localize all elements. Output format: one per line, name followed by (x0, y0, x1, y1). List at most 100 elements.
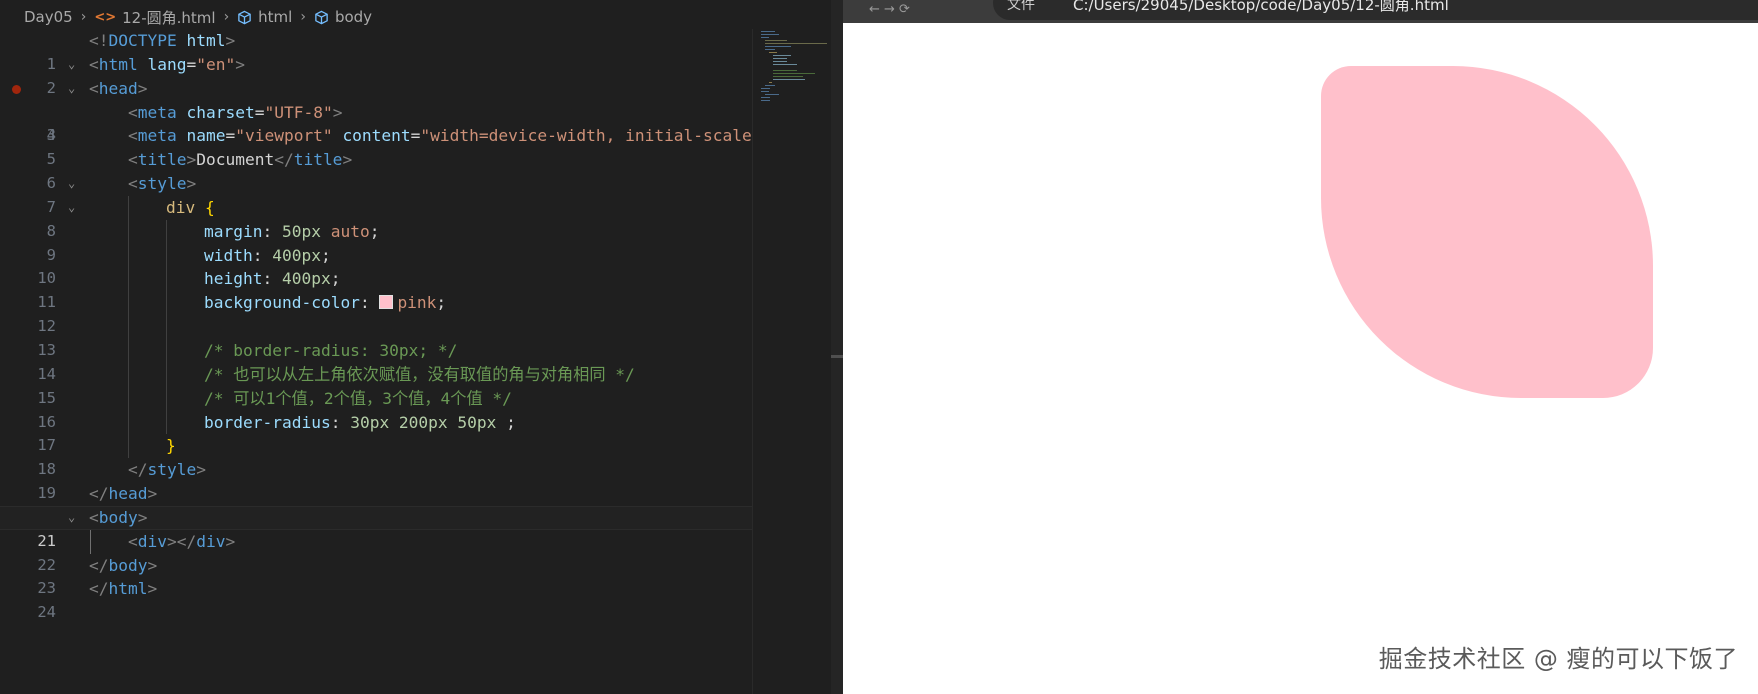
code-token: { (205, 197, 215, 217)
code-token: : (262, 269, 282, 289)
html-file-icon: <> (94, 9, 117, 25)
minimap-line (765, 40, 787, 41)
code-token: < (128, 126, 138, 146)
code-token: > (147, 484, 158, 504)
breadcrumb-body[interactable]: body (335, 8, 372, 26)
indent-guide (166, 362, 167, 387)
breakpoint-icon[interactable] (12, 84, 21, 94)
code-token: body (98, 507, 138, 527)
address-bar[interactable]: 文件 C:/Users/29045/Desktop/code/Day05/12-… (993, 0, 1758, 20)
code-token: name (186, 126, 226, 146)
breadcrumb-folder[interactable]: Day05 (24, 8, 73, 26)
minimap-line (773, 64, 797, 65)
code-token: < (128, 174, 138, 194)
code-line[interactable]: 23 </body> (0, 554, 752, 598)
nav-buttons-icon[interactable]: ← → ⟳ (869, 2, 910, 17)
code-line[interactable]: 17 border-radius: 30px 200px 50px ; (0, 410, 752, 454)
code-line[interactable]: 3 ⌄ <head> (0, 77, 752, 144)
indent-guide (166, 315, 167, 339)
code-line[interactable]: 19 </style> (0, 458, 752, 502)
code-token: charset (186, 102, 255, 122)
indent-guide (128, 410, 129, 435)
minimap-line (761, 34, 779, 35)
code-line[interactable]: 11 height: 400px; (0, 267, 752, 311)
indent-guide (166, 267, 167, 292)
code-line[interactable]: 4 <meta charset="UTF-8"> (0, 101, 752, 145)
code-line[interactable]: 10 width: 400px; (0, 243, 752, 287)
address-url[interactable]: C:/Users/29045/Desktop/code/Day05/12-圆角.… (1073, 0, 1449, 15)
code-line[interactable]: 20 </head> (0, 482, 752, 526)
code-line[interactable]: 13 (0, 315, 752, 359)
code-line[interactable]: 12 background-color: pink; (0, 291, 752, 335)
code-line[interactable]: 18 } (0, 434, 752, 478)
code-comment: /* 可以1个值，2个值，3个值，4个值 */ (204, 388, 512, 408)
minimap-line (769, 52, 777, 53)
minimap-line (773, 61, 787, 62)
code-line[interactable]: 24 </html> (0, 577, 752, 621)
watermark: 掘金技术社区 @ 瘦的可以下饭了 (1378, 645, 1738, 673)
indent-guide (128, 315, 129, 339)
code-comment: /* 也可以从左上角依次赋值，没有取值的角与对角相同 */ (204, 364, 635, 384)
site-info-label[interactable]: 文件 (1007, 0, 1035, 14)
code-line[interactable]: 7 ⌄ <style> (0, 172, 752, 216)
code-token: html (186, 31, 226, 50)
code-line[interactable]: 2 ⌄ <html lang="en"> (0, 53, 752, 97)
color-swatch[interactable] (379, 295, 394, 310)
fold-chevron-icon[interactable]: ⌄ (68, 77, 75, 101)
code-line[interactable]: 15 /* 也可以从左上角依次赋值，没有取值的角与对角相同 */ (0, 362, 752, 407)
code-line[interactable]: 8 ⌄ div { (0, 195, 752, 240)
indent-guide (128, 362, 129, 387)
fold-chevron-icon[interactable]: ⌄ (68, 172, 75, 196)
element-icon (238, 10, 251, 24)
fold-chevron-icon[interactable]: ⌄ (68, 506, 75, 530)
code-editor[interactable]: Day05 › <> 12-圆角.html › html › body 1 <!… (0, 0, 843, 694)
code-line[interactable]: 16 /* 可以1个值，2个值，3个值，4个值 */ (0, 386, 752, 431)
code-token: ; (320, 245, 331, 265)
code-line[interactable]: 9 margin: 50px auto; (0, 219, 752, 264)
vertical-scrollbar[interactable] (831, 0, 843, 694)
indent-guide (166, 219, 167, 244)
code-token: > (342, 150, 353, 170)
code-line[interactable]: 14 /* border-radius: 30px; */ (0, 338, 752, 383)
code-token: meta (137, 102, 177, 122)
code-area[interactable]: 1 <!DOCTYPE html> 2 ⌄ <html lang="en"> 3… (0, 29, 762, 621)
code-token: "UTF-8" (264, 102, 333, 122)
code-line[interactable]: 5 <meta name="viewport" content="width=d… (0, 124, 762, 168)
code-token: = (410, 126, 421, 146)
code-token: < (89, 54, 99, 74)
code-token: </ (128, 460, 148, 480)
code-line[interactable]: 6 <title>Document</title> (0, 148, 752, 192)
minimap-line (765, 43, 827, 44)
code-token: style (137, 174, 187, 194)
minimap-line (765, 46, 791, 47)
browser-toolbar: ← → ⟳ 文件 C:/Users/29045/Desktop/code/Day… (843, 0, 1758, 23)
code-line[interactable]: 22 <div></div> (0, 529, 752, 574)
indent-guide (128, 386, 129, 411)
code-token: width (204, 245, 253, 265)
minimap-line (773, 79, 805, 80)
indent-guide (128, 219, 129, 244)
code-token: > (137, 507, 148, 527)
code-line-current[interactable]: 21 ⌄ <body> (0, 505, 752, 550)
code-token: meta (137, 126, 177, 146)
fold-chevron-icon[interactable]: ⌄ (68, 53, 75, 77)
code-token: = (254, 102, 265, 122)
code-line[interactable]: 1 <!DOCTYPE html> (0, 29, 752, 73)
indent-guide (128, 267, 129, 292)
code-token: title (137, 150, 187, 170)
code-token: > (225, 531, 236, 551)
chevron-right-icon: › (80, 9, 87, 25)
breadcrumb-file[interactable]: 12-圆角.html (122, 7, 215, 28)
browser-preview[interactable]: ← → ⟳ 文件 C:/Users/29045/Desktop/code/Day… (843, 0, 1758, 694)
minimap-line (761, 97, 770, 98)
breadcrumb-html[interactable]: html (258, 8, 292, 26)
minimap-line (761, 91, 769, 92)
minimap-line (773, 55, 791, 56)
code-token: < (128, 150, 138, 170)
rounded-pink-div (1321, 66, 1653, 398)
fold-chevron-icon[interactable]: ⌄ (68, 196, 75, 220)
minimap-line (761, 37, 769, 38)
minimap[interactable] (752, 29, 831, 694)
code-comment: /* border-radius: 30px; */ (204, 340, 458, 360)
